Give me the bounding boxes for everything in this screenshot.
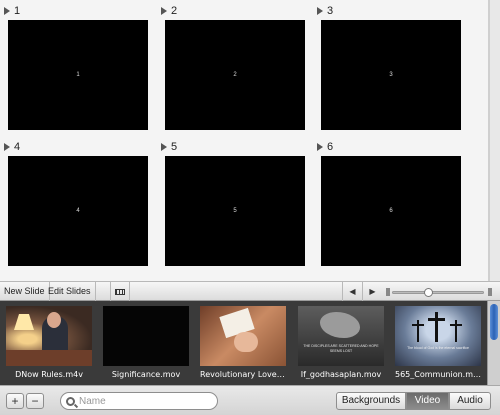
media-thumbnail[interactable]: The blood of God is the eternal sacrific… [395, 306, 481, 366]
next-arrow-icon: ▶ [369, 287, 376, 296]
slide-grid: 1 1 2 2 3 3 4 4 5 5 6 6 [0, 0, 489, 281]
remove-media-button[interactable]: − [26, 393, 44, 409]
slide-5[interactable]: 5 5 [161, 139, 306, 269]
slide-thumbnail[interactable]: 3 [321, 20, 461, 130]
slide-thumbnail[interactable]: 4 [8, 156, 148, 266]
cross-image [435, 312, 438, 342]
slide-3[interactable]: 3 3 [317, 3, 462, 133]
slide-toolbar: New Slide Edit Slides ◀ ▶ [0, 281, 500, 301]
media-item[interactable]: THE DISCIPLES ARE SCATTERED AND HOPE SEE… [298, 306, 384, 379]
disclosure-triangle-icon[interactable] [317, 7, 323, 15]
search-field[interactable] [60, 392, 218, 410]
slide-1[interactable]: 1 1 [4, 3, 149, 133]
slide-number: 6 [317, 139, 333, 155]
previous-arrow-icon: ◀ [349, 287, 356, 296]
media-bin: DNow Rules.m4v Significance.mov Revoluti… [0, 301, 487, 385]
media-thumbnail[interactable] [6, 306, 92, 366]
slide-6[interactable]: 6 6 [317, 139, 462, 269]
slide-thumbnail[interactable]: 1 [8, 20, 148, 130]
media-filename: DNow Rules.m4v [15, 370, 83, 379]
media-filename: Revolutionary Love.mov [200, 370, 286, 379]
media-item[interactable]: The blood of God is the eternal sacrific… [395, 306, 481, 379]
slide-thumbnail[interactable]: 6 [321, 156, 461, 266]
media-item[interactable]: DNow Rules.m4v [6, 306, 92, 379]
slide-number: 2 [161, 3, 177, 19]
slide-number: 5 [161, 139, 177, 155]
thumbnail-label: 3 [389, 72, 393, 78]
cross-image [412, 324, 424, 326]
slide-number: 3 [317, 3, 333, 19]
next-slide-button[interactable]: ▶ [362, 282, 382, 301]
media-bottom-bar: + − Backgrounds Video Audio [0, 385, 500, 415]
media-item[interactable]: Significance.mov [103, 306, 189, 379]
hand-image [234, 332, 258, 352]
cross-image [428, 318, 445, 321]
search-icon [66, 396, 75, 406]
new-slide-button[interactable]: New Slide [0, 282, 50, 301]
disclosure-triangle-icon[interactable] [4, 143, 10, 151]
disclosure-triangle-icon[interactable] [161, 7, 167, 15]
thumbnail-caption: The blood of God is the eternal sacrific… [407, 346, 469, 350]
cross-image [450, 324, 462, 326]
zoom-max-icon [488, 288, 492, 296]
media-filename: 565_Communion.mov [395, 370, 481, 379]
hand-image [320, 312, 360, 338]
media-thumbnail[interactable] [200, 306, 286, 366]
zoom-slider[interactable] [392, 288, 484, 297]
face-image [47, 312, 61, 328]
slide-number: 1 [4, 3, 20, 19]
zoom-slider-knob[interactable] [424, 288, 434, 297]
media-scrollbar[interactable] [487, 301, 500, 385]
slide-thumbnail[interactable]: 5 [165, 156, 305, 266]
slide-number: 4 [4, 139, 20, 155]
disclosure-triangle-icon[interactable] [4, 7, 10, 15]
media-filename: If_godhasaplan.mov [300, 370, 382, 379]
slide-thumbnail[interactable]: 2 [165, 20, 305, 130]
add-media-button[interactable]: + [6, 393, 24, 409]
grid-view-button[interactable] [110, 282, 130, 301]
disclosure-triangle-icon[interactable] [161, 143, 167, 151]
slide-4[interactable]: 4 4 [4, 139, 149, 269]
media-filename: Significance.mov [111, 370, 181, 379]
thumbnail-label: 2 [233, 72, 237, 78]
media-scrollbar-knob[interactable] [490, 304, 498, 340]
thumbnail-label: 4 [76, 208, 80, 214]
slide-2[interactable]: 2 2 [161, 3, 306, 133]
media-thumbnail[interactable] [103, 306, 189, 366]
tab-backgrounds[interactable]: Backgrounds [336, 392, 406, 410]
lamp-image [14, 314, 34, 330]
thumbnail-label: 5 [233, 208, 237, 214]
edit-slides-button[interactable]: Edit Slides [44, 282, 96, 301]
search-input[interactable] [79, 395, 209, 407]
thumbnail-caption: THE DISCIPLES ARE SCATTERED AND HOPE SEE… [303, 344, 379, 353]
table-image [6, 350, 92, 366]
tab-video[interactable]: Video [406, 392, 449, 410]
tab-audio[interactable]: Audio [449, 392, 491, 410]
grid-view-icon [115, 288, 125, 295]
disclosure-triangle-icon[interactable] [317, 143, 323, 151]
media-thumbnail[interactable]: THE DISCIPLES ARE SCATTERED AND HOPE SEE… [298, 306, 384, 366]
slide-grid-scrollbar[interactable] [489, 0, 500, 281]
thumbnail-label: 1 [76, 72, 80, 78]
media-item[interactable]: Revolutionary Love.mov [200, 306, 286, 379]
previous-slide-button[interactable]: ◀ [342, 282, 362, 301]
zoom-min-icon [386, 288, 390, 296]
thumbnail-label: 6 [389, 208, 393, 214]
